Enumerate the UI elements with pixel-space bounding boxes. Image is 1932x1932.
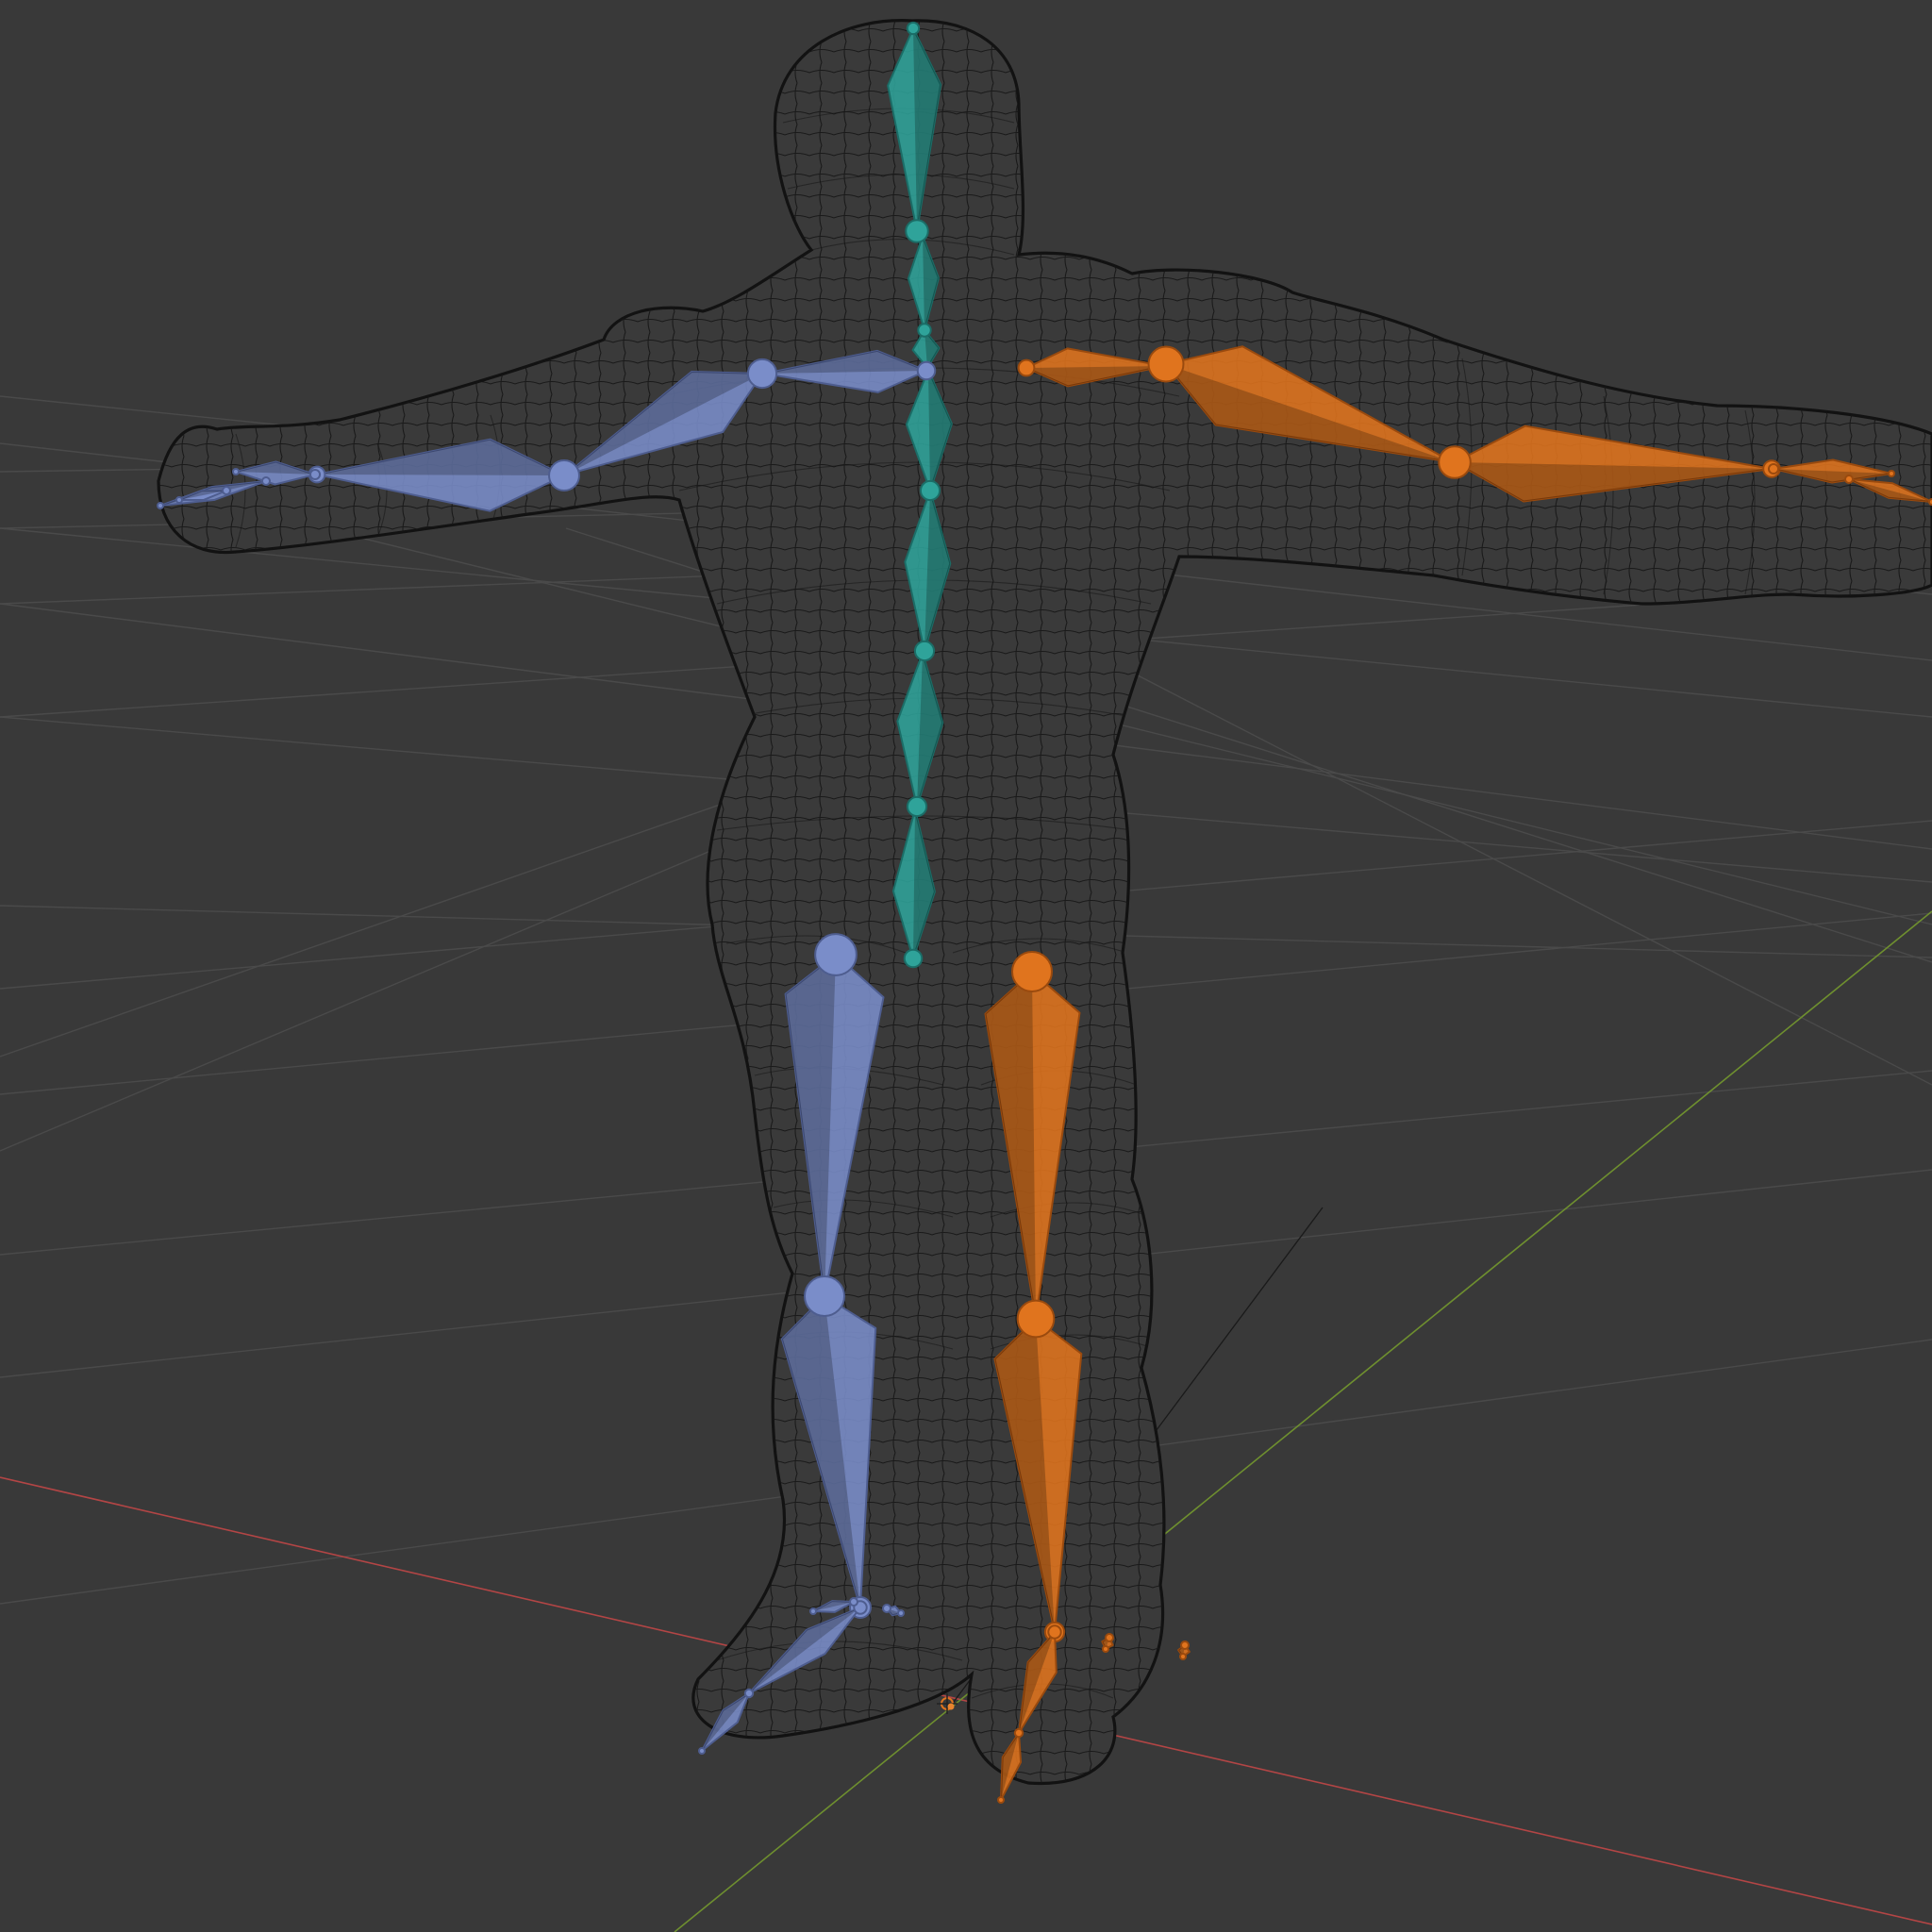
bone-spine-4-head-joint[interactable] — [919, 479, 941, 502]
viewport-markers — [937, 1693, 958, 1714]
bone-left-hand-head-joint[interactable] — [308, 468, 322, 481]
bone-left-heel-a-head-joint[interactable] — [849, 1597, 858, 1607]
bone-right-toe-head-joint[interactable] — [1013, 1727, 1024, 1739]
bone-head-tail-joint[interactable] — [906, 21, 921, 36]
bone-right-clavicle-head-joint[interactable] — [1017, 358, 1036, 377]
bone-left-finger-1-tail-joint[interactable] — [157, 502, 164, 509]
bone-right-finger-head-joint[interactable] — [1844, 475, 1854, 484]
bone-right-heel-b-head-joint[interactable] — [1180, 1641, 1190, 1650]
bone-left-heel-b-tail-joint[interactable] — [897, 1609, 905, 1617]
bone-left-hand-tail-joint[interactable] — [232, 468, 240, 475]
bone-left-shin-head-joint[interactable] — [804, 1275, 845, 1317]
bone-neck-2-head-joint[interactable] — [917, 323, 932, 338]
bone-spine-2-head-joint[interactable] — [906, 795, 928, 818]
bone-right-heel-b-tail-joint[interactable] — [1179, 1653, 1187, 1660]
bone-left-toe-tail-joint[interactable] — [698, 1747, 706, 1755]
bone-left-heel-b-head-joint[interactable] — [882, 1604, 891, 1613]
bone-left-finger-1-head-joint[interactable] — [261, 476, 271, 486]
bone-right-upper-arm-head-joint[interactable] — [1147, 345, 1185, 383]
bone-left-finger-2-head-joint[interactable] — [222, 486, 231, 495]
bone-left-thigh-head-joint[interactable] — [814, 933, 858, 976]
3d-cursor-icon[interactable] — [937, 1693, 958, 1714]
viewport-scene — [0, 0, 1932, 1932]
bone-right-foot-head-joint[interactable] — [1047, 1624, 1062, 1640]
bone-right-thigh-head-joint[interactable] — [1011, 951, 1053, 992]
3d-viewport[interactable] — [0, 0, 1932, 1932]
bone-spine-1-head-joint[interactable] — [903, 948, 924, 969]
bone-spine-3-head-joint[interactable] — [913, 640, 936, 662]
bone-head-head-joint[interactable] — [905, 219, 929, 243]
bone-right-hand-head-joint[interactable] — [1767, 462, 1780, 475]
bone-left-clavicle-head-joint[interactable] — [916, 360, 937, 381]
mesh-wire-pattern — [158, 20, 1932, 1784]
bone-right-shin-head-joint[interactable] — [1016, 1299, 1056, 1339]
bone-right-heel-b[interactable] — [1177, 1641, 1191, 1660]
bone-left-finger-2-tail-joint[interactable] — [175, 496, 183, 504]
bone-right-hand-tail-joint[interactable] — [1888, 470, 1895, 477]
bone-right-heel-a-head-joint[interactable] — [1105, 1633, 1114, 1642]
character-mesh-wireframe[interactable] — [0, 0, 1932, 1932]
bone-left-toe-head-joint[interactable] — [743, 1688, 755, 1699]
bone-right-heel-a-tail-joint[interactable] — [1102, 1645, 1109, 1653]
bone-right-toe-tail-joint[interactable] — [997, 1796, 1005, 1804]
bone-left-upper-arm-head-joint[interactable] — [746, 358, 778, 390]
bone-right-forearm-head-joint[interactable] — [1438, 445, 1472, 479]
bone-left-forearm-head-joint[interactable] — [548, 459, 580, 491]
bone-left-heel-a-tail-joint[interactable] — [809, 1607, 817, 1615]
origin-point-icon[interactable] — [947, 1703, 955, 1710]
